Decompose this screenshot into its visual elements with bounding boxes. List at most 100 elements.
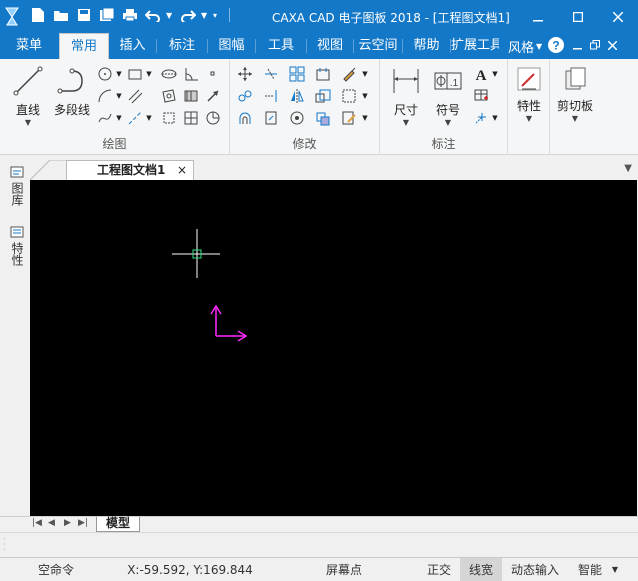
extend-icon[interactable] (260, 86, 282, 106)
caxa-logo-icon[interactable] (3, 5, 21, 27)
explode-icon[interactable] (338, 86, 360, 106)
smart-snap-button[interactable]: 智能 (570, 558, 610, 581)
redo-dropdown-icon[interactable]: ▼ (201, 11, 209, 20)
tab-common[interactable]: 常用 (59, 33, 109, 60)
last-layout-icon[interactable]: ▶| (78, 518, 88, 528)
edit-icon[interactable] (338, 108, 360, 128)
tab-insert[interactable]: 插入 (110, 33, 155, 59)
next-layout-icon[interactable]: ▶ (64, 518, 71, 528)
arc-dropdown-icon[interactable]: ▼ (114, 86, 124, 106)
leader-icon[interactable] (470, 108, 492, 128)
smart-dropdown-icon[interactable]: ▼ (608, 558, 622, 581)
rectangle-dropdown-icon[interactable]: ▼ (144, 64, 154, 84)
doc-minimize-icon[interactable] (573, 39, 583, 53)
clipboard-button[interactable]: 剪切板 ▼ (553, 65, 597, 127)
text-dropdown-icon[interactable]: ▼ (490, 64, 500, 84)
leader-dropdown-icon[interactable]: ▼ (490, 108, 500, 128)
text-icon[interactable]: A (470, 64, 492, 84)
prev-layout-icon[interactable]: ◀ (48, 518, 55, 528)
hatch-boundary-icon[interactable] (158, 86, 180, 106)
minimize-icon[interactable] (518, 0, 558, 33)
customize-qat-icon[interactable]: ▾ (213, 11, 221, 20)
document-tab[interactable]: 工程图文档1 × (66, 160, 194, 180)
ellipse-icon[interactable] (158, 64, 180, 84)
point-icon[interactable] (202, 64, 224, 84)
tab-list-dropdown-icon[interactable]: ▼ (624, 163, 632, 174)
parallel-lines-icon[interactable] (124, 86, 146, 106)
tab-sheet[interactable]: 图幅 (208, 33, 255, 59)
arc-icon[interactable] (94, 86, 116, 106)
tab-cloud[interactable]: 云空间 (354, 33, 402, 59)
table-icon[interactable] (470, 86, 492, 106)
tab-menu[interactable]: 菜单 (0, 33, 58, 59)
explode-dropdown-icon[interactable]: ▼ (360, 86, 370, 106)
arrow-icon[interactable] (202, 86, 224, 106)
stretch-icon[interactable] (312, 64, 334, 84)
scale-icon[interactable] (312, 86, 334, 106)
properties-button[interactable]: 特性 ▼ (509, 65, 549, 127)
angle-line-icon[interactable] (180, 64, 202, 84)
spline-dropdown-icon[interactable]: ▼ (114, 108, 124, 128)
copy-icon[interactable] (234, 86, 256, 106)
chamfer-icon[interactable] (312, 108, 334, 128)
properties-side-tab[interactable]: 特性 (8, 226, 24, 266)
help-icon[interactable]: ? (547, 36, 565, 57)
circle-dropdown-icon[interactable]: ▼ (114, 64, 124, 84)
edit-dropdown-icon[interactable]: ▼ (360, 108, 370, 128)
line-button[interactable]: 直线 ▼ (8, 65, 48, 127)
ortho-toggle[interactable]: 正交 (420, 558, 458, 581)
tab-tools[interactable]: 工具 (256, 33, 306, 59)
style-dropdown-icon[interactable]: ▼ (536, 42, 542, 51)
hatch-icon[interactable] (180, 86, 202, 106)
print-icon[interactable] (120, 5, 140, 25)
close-icon[interactable] (598, 0, 638, 33)
open-folder-icon[interactable] (51, 5, 71, 25)
model-tab[interactable]: 模型 (96, 517, 140, 532)
redo-icon[interactable] (178, 5, 198, 25)
lineweight-toggle[interactable]: 线宽 (460, 558, 502, 581)
save-all-icon[interactable] (97, 5, 117, 25)
dimension-button[interactable]: 尺寸 ▼ (386, 65, 426, 127)
offset-icon[interactable] (234, 108, 256, 128)
undo-icon[interactable] (143, 5, 163, 25)
polygon-icon[interactable] (158, 108, 180, 128)
properties-icon (517, 67, 541, 91)
close-document-icon[interactable]: × (177, 161, 187, 180)
array-icon[interactable] (286, 64, 308, 84)
command-line[interactable]: · · · (0, 532, 638, 557)
rectangle-icon[interactable] (124, 64, 146, 84)
library-tab[interactable]: 图库 (8, 166, 24, 206)
brush-icon[interactable] (338, 64, 360, 84)
dynamic-input-toggle[interactable]: 动态输入 (504, 558, 566, 581)
spline-icon[interactable] (94, 108, 116, 128)
polyline-button[interactable]: 多段线 (50, 65, 94, 127)
move-icon[interactable] (234, 64, 256, 84)
snap-mode-button[interactable]: 屏幕点 (312, 558, 376, 581)
save-icon[interactable] (74, 5, 94, 25)
style-label[interactable]: 风格 (508, 37, 534, 56)
trim-icon[interactable] (260, 64, 282, 84)
mirror-icon[interactable] (286, 86, 308, 106)
doc-close-icon[interactable] (607, 39, 618, 53)
annotation-group-label: 标注 (431, 137, 456, 151)
circle-icon[interactable] (94, 64, 116, 84)
fillet-icon[interactable] (286, 108, 308, 128)
new-file-icon[interactable] (28, 5, 48, 25)
doc-restore-icon[interactable] (590, 39, 601, 53)
centerline-dropdown-icon[interactable]: ▼ (144, 108, 154, 128)
drawing-canvas[interactable] (30, 180, 637, 516)
layout-tab-bar: |◀ ◀ ▶ ▶| 模型 (0, 516, 638, 532)
tab-annotate[interactable]: 标注 (157, 33, 207, 59)
block-icon[interactable] (180, 108, 202, 128)
tab-extend[interactable]: 扩展工具 (451, 33, 499, 59)
rotate-icon[interactable] (260, 108, 282, 128)
first-layout-icon[interactable]: |◀ (32, 518, 42, 528)
tab-view[interactable]: 视图 (307, 33, 353, 59)
undo-dropdown-icon[interactable]: ▼ (166, 11, 174, 20)
maximize-icon[interactable] (558, 0, 598, 33)
symbol-button[interactable]: .1 符号 ▼ (428, 65, 468, 127)
pie-icon[interactable] (202, 108, 224, 128)
brush-dropdown-icon[interactable]: ▼ (360, 64, 370, 84)
tab-help[interactable]: 帮助 (403, 33, 450, 59)
centerline-icon[interactable] (124, 108, 146, 128)
